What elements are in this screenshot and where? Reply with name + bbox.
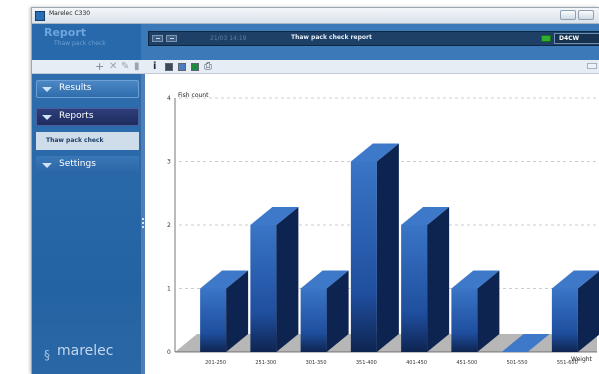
print-icon[interactable]: ⎙ bbox=[204, 62, 212, 72]
report-datetime: 21/03 14:19 bbox=[210, 35, 247, 42]
x-tick-label: 501-550 bbox=[507, 360, 528, 366]
page-subtitle: Thaw pack check bbox=[54, 40, 106, 47]
splitter-grip-icon bbox=[142, 226, 144, 228]
y-tick-label: 0 bbox=[167, 349, 171, 356]
bar bbox=[451, 288, 478, 352]
y-tick-label: 4 bbox=[167, 95, 171, 102]
page-title: Report bbox=[44, 26, 87, 39]
bar-chart-icon[interactable] bbox=[178, 63, 186, 71]
previous-icon[interactable] bbox=[152, 35, 163, 42]
bar bbox=[200, 288, 227, 352]
title-bar: Marelec C330 bbox=[32, 8, 599, 24]
screenshot-page: Marelec C330 Report Thaw pack check 21/0… bbox=[0, 0, 599, 374]
y-tick-label: 1 bbox=[167, 286, 171, 293]
bar bbox=[551, 288, 578, 352]
grid-icon[interactable] bbox=[165, 63, 173, 71]
chevron-down-icon bbox=[42, 87, 52, 92]
bar-side bbox=[276, 207, 299, 352]
trash-icon[interactable]: ▮ bbox=[134, 62, 140, 72]
bar-chart: 01234 Fish countWeight201-250 251-300 301-3… bbox=[167, 92, 599, 366]
y-tick-label: 3 bbox=[167, 159, 171, 166]
marelec-logo: marelec bbox=[57, 343, 114, 359]
chevron-down-icon bbox=[42, 115, 52, 120]
splitter-grip-icon bbox=[142, 218, 144, 220]
splitter-grip-icon bbox=[142, 222, 144, 224]
bar bbox=[350, 161, 377, 352]
bar bbox=[401, 225, 428, 352]
toolbar-expand-icon[interactable] bbox=[587, 63, 597, 69]
add-icon[interactable]: + bbox=[95, 61, 104, 72]
sidebar-item-label: Results bbox=[59, 83, 92, 93]
sidebar-item-label: Reports bbox=[59, 111, 94, 121]
excel-icon[interactable] bbox=[191, 63, 199, 71]
info-icon[interactable]: i bbox=[153, 62, 156, 72]
report-title: Thaw pack check report bbox=[291, 34, 372, 41]
chevron-down-icon bbox=[42, 163, 52, 168]
x-tick-label: 251-300 bbox=[255, 360, 276, 366]
app-window: Marelec C330 Report Thaw pack check 21/0… bbox=[31, 7, 599, 374]
x-tick-label: 401-450 bbox=[406, 360, 427, 366]
bar-side bbox=[427, 207, 450, 352]
marelec-logo-icon: § bbox=[44, 348, 50, 362]
sidebar-subitem-label: Thaw pack check bbox=[46, 137, 104, 144]
chart-panel: 0 1 2 3 4 Fish count Weight 201-250 251-300 301-3… bbox=[145, 74, 599, 374]
bar bbox=[300, 288, 327, 352]
x-tick-label: 451-500 bbox=[456, 360, 477, 366]
window-title: Marelec C330 bbox=[49, 10, 91, 17]
bar-side bbox=[376, 143, 399, 352]
y-axis-label: Fish count bbox=[178, 92, 209, 99]
device-name: D4CW bbox=[559, 35, 580, 42]
app-icon bbox=[35, 11, 45, 21]
maximize-button[interactable] bbox=[578, 10, 594, 20]
bar bbox=[250, 225, 277, 352]
x-tick-label: 551-600 bbox=[557, 360, 578, 366]
sidebar-item-label: Settings bbox=[59, 159, 96, 169]
status-led-icon bbox=[541, 35, 551, 42]
y-tick-label: 2 bbox=[167, 222, 171, 229]
x-tick-label: 301-350 bbox=[306, 360, 327, 366]
delete-icon[interactable]: ✕ bbox=[109, 62, 117, 72]
next-icon[interactable] bbox=[166, 35, 177, 42]
edit-icon[interactable]: ✎ bbox=[121, 62, 129, 72]
minimize-button[interactable] bbox=[560, 10, 576, 20]
x-tick-label: 201-250 bbox=[205, 360, 226, 366]
x-tick-label: 351-400 bbox=[356, 360, 377, 366]
